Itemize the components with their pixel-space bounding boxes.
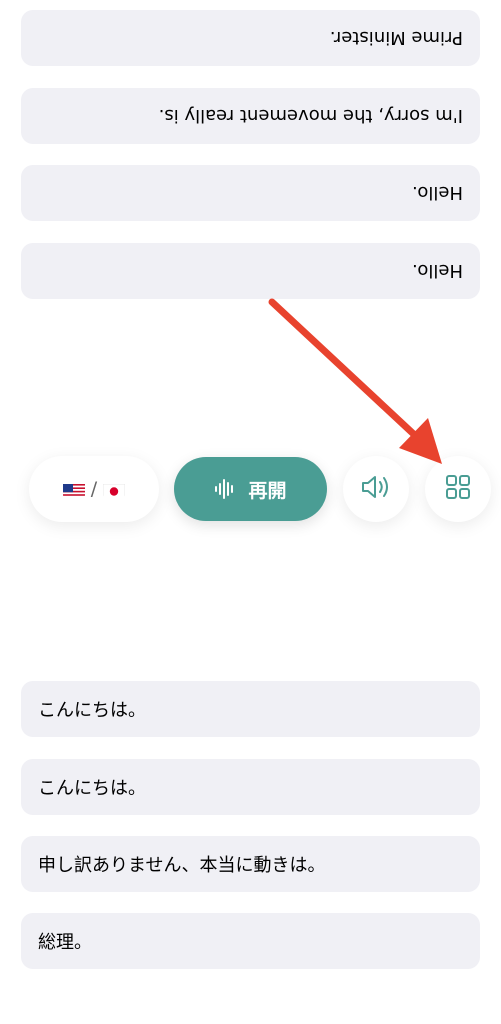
my-message-4: 総理。 [21,913,480,969]
my-message-text: こんにちは。 [38,700,146,721]
my-message-text: 申し訳ありません、本当に動きは。 [38,855,326,876]
partner-message-text: I'm sorry, the movement really is. [158,105,463,127]
partner-message-4: Hello. [21,243,480,299]
partner-message-3: Hello. [21,165,480,221]
language-separator: / [90,478,98,500]
partner-message-text: Hello. [411,260,463,282]
us-flag-icon [62,482,85,497]
my-message-1: こんにちは。 [21,681,480,737]
resume-label: 再開 [248,479,287,502]
partner-message-1: Prime Minister. [21,10,480,66]
my-message-2: こんにちは。 [21,759,480,815]
resume-button[interactable]: 再開 [174,457,327,521]
language-pair-button[interactable]: / [29,456,159,522]
partner-message-text: Prime Minister. [329,27,463,49]
speaker-button[interactable] [343,456,409,522]
waveform-icon [214,478,236,500]
grid-icon [445,474,471,504]
my-message-text: こんにちは。 [38,778,146,799]
speaker-icon [360,473,392,505]
partner-message-2: I'm sorry, the movement really is. [21,88,480,144]
menu-grid-button[interactable] [425,456,491,522]
partner-message-text: Hello. [411,182,463,204]
control-bar: / 再開 [0,456,501,524]
my-message-3: 申し訳ありません、本当に動きは。 [21,836,480,892]
japan-flag-icon [103,482,126,497]
my-message-text: 総理。 [38,932,92,953]
